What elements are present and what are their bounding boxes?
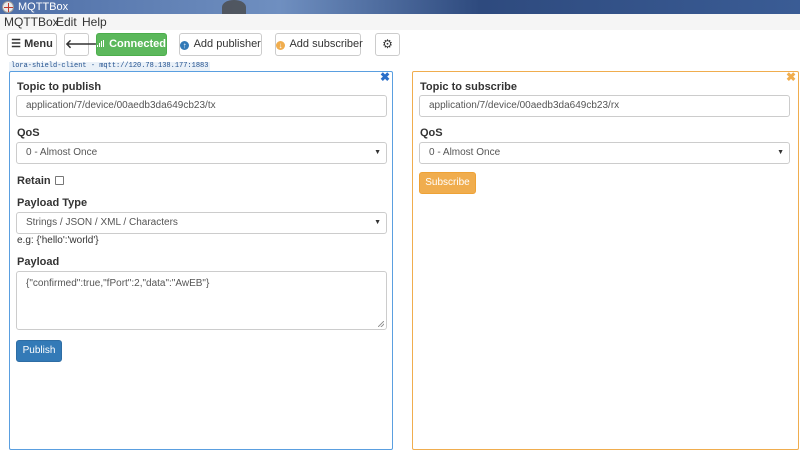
title-bar: MQTTBox [0,0,800,14]
back-button[interactable]: 🡐 [64,33,97,56]
settings-button[interactable]: ⚙ [375,33,400,56]
add-subscriber-label: Add subscriber [289,38,363,50]
chevron-down-icon: ▼ [374,219,381,226]
add-subscriber-icon: ↓ [276,41,285,50]
subscribe-button[interactable]: Subscribe [419,172,476,194]
subscribe-topic-input[interactable]: application/7/device/00aedb3da649cb23/rx [419,95,790,117]
add-publisher-button[interactable]: ↑ Add publisher [179,33,262,56]
topic-to-publish-label: Topic to publish [17,81,102,93]
titlebar-decoration [222,0,246,14]
payload-hint: e.g: {'hello':'world'} [17,235,99,246]
add-publisher-label: Add publisher [193,38,261,50]
toolbar: ☰ Menu 🡐 Connected ↑ Add publisher ↓ Add… [0,30,800,60]
payload-type-value: Strings / JSON / XML / Characters [26,217,178,228]
qos-label: QoS [420,127,443,139]
payload-label: Payload [17,256,60,268]
payload-type-label: Payload Type [17,197,88,209]
qos-label: QoS [17,127,40,139]
retain-label: Retain [17,175,51,187]
publish-topic-input[interactable]: application/7/device/00aedb3da649cb23/tx [16,95,387,117]
back-arrow-icon: 🡐 [65,37,98,51]
add-subscriber-button[interactable]: ↓ Add subscriber [275,33,363,56]
connection-label: lora-shield-client - mqtt://120.78.138.1… [9,62,211,71]
window-title: MQTTBox [18,1,69,13]
menu-button[interactable]: ☰ Menu [7,33,57,56]
payload-value: {"confirmed":true,"fPort":2,"data":"AwEB… [26,278,210,289]
chevron-down-icon: ▼ [374,149,381,156]
add-publisher-icon: ↑ [180,41,190,50]
menu-edit[interactable]: Edit [56,14,77,30]
resize-grip-icon[interactable] [378,321,384,327]
menu-icon: ☰ [11,38,22,50]
menu-mqttbox[interactable]: MQTTBox [4,14,59,30]
close-icon[interactable]: ✖ [786,71,796,83]
menu-button-label: Menu [24,38,53,50]
publish-qos-select[interactable]: 0 - Almost Once ▼ [16,142,387,164]
publish-button[interactable]: Publish [16,340,62,362]
chevron-down-icon: ▼ [777,149,784,156]
menu-help[interactable]: Help [82,14,107,30]
topic-to-subscribe-label: Topic to subscribe [420,81,517,93]
retain-checkbox[interactable] [55,176,64,185]
publish-qos-value: 0 - Almost Once [26,147,98,158]
payload-textarea[interactable]: {"confirmed":true,"fPort":2,"data":"AwEB… [16,271,387,330]
close-icon[interactable]: ✖ [380,71,390,83]
signal-icon [97,40,105,47]
app-icon [2,1,14,13]
connected-label: Connected [109,38,166,50]
subscribe-qos-select[interactable]: 0 - Almost Once ▼ [419,142,790,164]
connected-button[interactable]: Connected [96,33,167,56]
payload-type-select[interactable]: Strings / JSON / XML / Characters ▼ [16,212,387,234]
subscriber-panel: ✖ Topic to subscribe application/7/devic… [412,71,799,450]
subscribe-qos-value: 0 - Almost Once [429,147,501,158]
gear-icon: ⚙ [382,37,393,51]
publisher-panel: ✖ Topic to publish application/7/device/… [9,71,393,450]
menu-bar: MQTTBox Edit Help [0,14,800,30]
